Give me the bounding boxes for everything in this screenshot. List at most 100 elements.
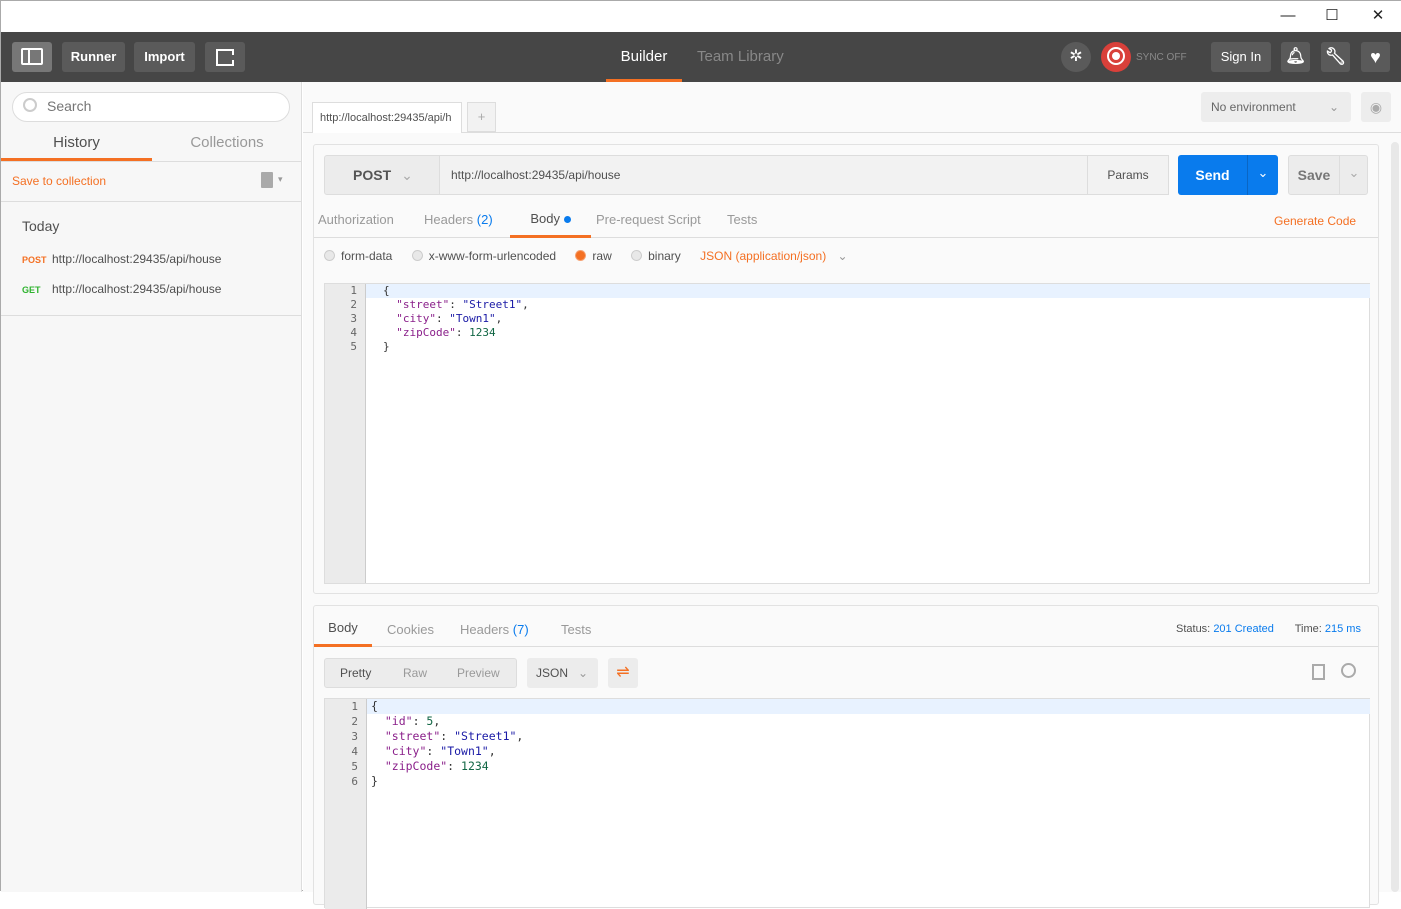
response-tab-headers[interactable]: Headers (7) [460,622,529,637]
request-tab[interactable]: http://localhost:29435/api/h [312,102,462,133]
interceptor-icon[interactable]: ✲ [1061,42,1091,72]
request-panel: POST ⌄ http://localhost:29435/api/house P… [313,144,1379,594]
tab-label: Body [530,211,560,226]
sidebar: History Collections Save to collection ▾… [1,82,302,892]
tab-body[interactable]: Body [510,205,591,238]
tab-pre-request-script[interactable]: Pre-request Script [596,212,701,227]
send-label: Send [1195,167,1230,183]
favorite-button[interactable]: ♥ [1361,42,1390,72]
search-icon [23,98,37,112]
radio-form-data[interactable]: form-data [324,249,392,263]
save-label: Save [1297,167,1331,183]
chevron-down-icon[interactable]: ⌄ [1247,155,1278,195]
environment-select[interactable]: No environment ⌄ [1201,92,1351,122]
close-button[interactable]: ✕ [1363,5,1393,27]
tab-tests[interactable]: Tests [727,212,757,227]
new-tab-button[interactable]: + [467,102,496,132]
sync-icon[interactable] [1101,42,1131,72]
app-header: Runner Import Builder Team Library ✲ SYN… [1,32,1401,82]
radio-icon [631,250,643,261]
radio-raw[interactable]: raw [575,249,612,263]
new-window-icon [216,49,234,66]
new-window-button[interactable] [205,42,245,72]
view-raw[interactable]: Raw [403,659,427,687]
method-select[interactable]: POST ⌄ [324,155,440,195]
wrap-lines-icon[interactable]: ⇌ [608,658,638,688]
eye-icon[interactable]: ◉ [1361,92,1391,122]
response-tab-body[interactable]: Body [314,606,372,647]
history-item[interactable]: GET http://localhost:29435/api/house [1,278,301,302]
minimize-button[interactable]: — [1273,5,1303,27]
send-button[interactable]: Send ⌄ [1178,155,1278,195]
settings-button[interactable]: 🔧︎ [1321,42,1350,72]
tab-builder[interactable]: Builder [606,32,682,82]
request-body-code: { "street": "Street1", "city": "Town1", … [383,284,529,353]
tab-headers[interactable]: Headers (2) [424,212,493,227]
params-button[interactable]: Params [1087,155,1169,195]
time-label: Time: [1294,623,1322,635]
content-type-label: JSON (application/json) [700,249,827,263]
line-number: 6 [351,775,358,788]
response-body-viewer[interactable]: 1 2 3 4 5 6 { "id": 5, "street": "Street1", "… [324,698,1370,909]
radio-urlencoded[interactable]: x-www-form-urlencoded [411,249,557,263]
status-label: Status: [1176,623,1211,635]
import-button[interactable]: Import [134,42,195,72]
wrench-icon: 🔧︎ [1324,47,1347,66]
search-field[interactable] [12,92,290,122]
time-value: 215 ms [1324,623,1361,635]
generate-code-link[interactable]: Generate Code [1274,214,1356,228]
notifications-button[interactable]: 🔔︎ [1281,42,1310,72]
line-number: 2 [351,715,358,728]
view-mode-group: Pretty Raw Preview [324,658,517,688]
format-select[interactable]: JSON ⌄ [527,658,598,688]
tab-team-library[interactable]: Team Library [697,32,784,82]
main-area: http://localhost:29435/api/h + No enviro… [303,82,1401,909]
save-to-collection-link[interactable]: Save to collection [12,174,106,188]
line-number: 5 [350,340,357,353]
search-input[interactable] [47,98,277,114]
runner-button[interactable]: Runner [62,42,125,72]
response-tab-cookies[interactable]: Cookies [387,622,434,637]
toggle-sidebar-button[interactable] [12,42,52,72]
radio-binary[interactable]: binary [631,249,681,263]
line-number: 4 [351,745,358,758]
chevron-down-icon[interactable]: ⌄ [1339,156,1368,194]
trash-icon[interactable] [261,172,273,188]
sync-status: SYNC OFF [1136,52,1187,63]
heart-icon: ♥ [1370,47,1381,67]
view-pretty[interactable]: Pretty [340,659,371,687]
window-titlebar: — ☐ ✕ [1,1,1401,32]
tab-history[interactable]: History [1,128,152,161]
copy-icon[interactable] [1312,664,1325,680]
chevron-down-icon: ⌄ [1328,100,1339,114]
response-body-code: { "id": 5, "street": "Street1", "city": … [371,699,524,788]
search-icon[interactable] [1341,663,1356,678]
view-preview[interactable]: Preview [457,659,500,687]
response-tab-tests[interactable]: Tests [561,622,591,637]
history-item[interactable]: POST http://localhost:29435/api/house [1,248,301,272]
request-body-editor[interactable]: 12345 { "street": "Street1", "city": "To… [324,283,1370,584]
modified-dot-icon [563,216,571,223]
tab-authorization[interactable]: Authorization [318,212,394,227]
method-badge: POST [22,255,47,265]
tab-collections[interactable]: Collections [152,128,302,161]
maximize-button[interactable]: ☐ [1317,5,1347,27]
response-meta: Status: 201 Created Time: 215 ms [1176,623,1361,635]
radio-label: binary [648,249,681,263]
line-number: 3 [350,312,357,325]
body-mode-group: form-data x-www-form-urlencoded raw bina… [324,249,848,263]
save-button[interactable]: Save ⌄ [1288,155,1368,195]
radio-label: x-www-form-urlencoded [428,249,557,263]
environment-label: No environment [1211,100,1296,114]
line-number: 3 [351,730,358,743]
url-input[interactable]: http://localhost:29435/api/house [439,155,1088,195]
headers-count: (7) [512,622,529,637]
chevron-down-icon[interactable]: ▾ [278,174,283,185]
sign-in-button[interactable]: Sign In [1211,42,1271,72]
chevron-down-icon: ⌄ [578,666,589,680]
line-number: 4 [350,326,357,339]
scrollbar[interactable] [1391,142,1399,892]
content-type-select[interactable]: JSON (application/json) ⌄ [700,249,847,263]
sidebar-icon [21,48,43,65]
status-value: 201 Created [1213,623,1274,635]
